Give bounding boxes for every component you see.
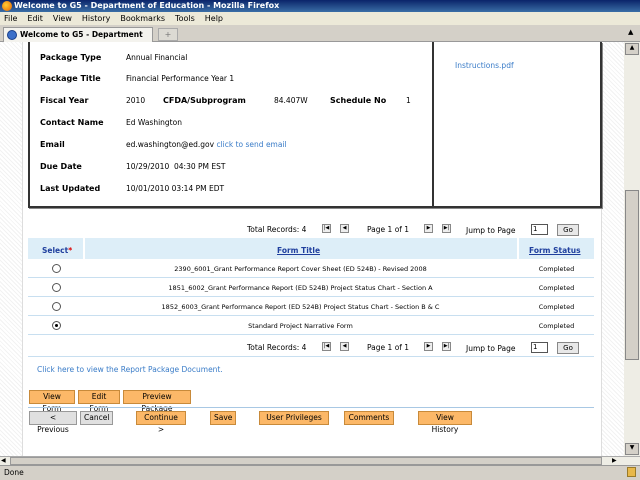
jump-label: Jump to Page — [466, 226, 516, 235]
edit-form-button[interactable]: Edit Form — [78, 390, 120, 413]
instructions-link[interactable]: Instructions.pdf — [455, 61, 514, 70]
total-records: Total Records: 4 — [247, 225, 307, 234]
go-button[interactable]: Go — [557, 224, 579, 236]
window-title: Welcome to G5 - Department of Education … — [0, 0, 640, 12]
prev-page-icon[interactable]: ◀ — [340, 342, 349, 351]
lock-icon — [627, 467, 636, 477]
menu-tools[interactable]: Tools — [175, 14, 195, 23]
email-address: ed.washington@ed.gov — [126, 140, 215, 149]
button-divider — [28, 407, 594, 408]
cfda-value: 84.407W — [274, 96, 308, 105]
firefox-icon — [2, 1, 12, 11]
report-package-link[interactable]: Click here to view the Report Package Do… — [37, 365, 223, 374]
hscroll-thumb[interactable] — [10, 457, 602, 465]
form-status-cell: Completed — [538, 322, 575, 330]
scroll-up-icon[interactable]: ▲ — [625, 43, 639, 55]
package-title-label: Package Title — [40, 74, 101, 83]
globe-icon — [7, 30, 17, 40]
table-row: 2390_6001_Grant Performance Report Cover… — [28, 259, 594, 278]
tab-welcome[interactable]: Welcome to G5 - Department of Edu... — [3, 27, 153, 52]
first-page-icon[interactable]: |◀ — [322, 342, 331, 351]
page-indicator-bottom: Page 1 of 1 — [367, 343, 410, 352]
form-status-header[interactable]: Form Status — [529, 246, 581, 255]
form-status-cell: Completed — [538, 284, 575, 292]
form-status-cell: Completed — [538, 303, 575, 311]
tab-bar: Welcome to G5 - Department of Edu... + — [0, 25, 640, 52]
table-row: 1851_6002_Grant Performance Report (ED 5… — [28, 278, 594, 297]
table-row: Standard Project Narrative Form Complete… — [28, 316, 594, 335]
contact-label: Contact Name — [40, 118, 104, 127]
user-privileges-button[interactable]: User Privileges — [259, 411, 329, 425]
due-date-label: Due Date — [40, 162, 82, 171]
next-page-icon[interactable]: ▶ — [424, 342, 433, 351]
menu-bookmarks[interactable]: Bookmarks — [120, 14, 165, 23]
horizontal-scrollbar[interactable]: ◀ ▶ — [0, 456, 640, 465]
next-page-icon[interactable]: ▶ — [424, 224, 433, 233]
last-page-icon[interactable]: ▶| — [442, 224, 451, 233]
row-radio[interactable] — [52, 321, 61, 330]
scroll-down-icon[interactable]: ▼ — [625, 443, 639, 455]
previous-button[interactable]: < Previous — [29, 411, 77, 434]
prev-page-icon[interactable]: ◀ — [340, 224, 349, 233]
package-type-value: Annual Financial — [126, 53, 188, 62]
email-value: ed.washington@ed.gov click to send email — [126, 140, 287, 149]
contact-value: Ed Washington — [126, 118, 182, 127]
page-indicator: Page 1 of 1 — [367, 225, 410, 234]
last-updated-label: Last Updated — [40, 184, 101, 193]
row-radio[interactable] — [52, 264, 61, 273]
package-title-value: Financial Performance Year 1 — [126, 74, 235, 83]
table-header: Select* Form Title Form Status — [28, 238, 594, 259]
form-title-cell: Standard Project Narrative Form — [248, 322, 353, 330]
last-page-icon[interactable]: ▶| — [442, 342, 451, 351]
email-label: Email — [40, 140, 65, 149]
schedule-label: Schedule No — [330, 96, 387, 105]
row-radio[interactable] — [52, 283, 61, 292]
preview-package-button[interactable]: Preview Package — [123, 390, 191, 413]
total-records-bottom: Total Records: 4 — [247, 343, 307, 352]
form-title-header[interactable]: Form Title — [277, 246, 320, 255]
cancel-button[interactable]: Cancel — [80, 411, 113, 425]
due-date-value: 10/29/2010 04:30 PM EST — [126, 162, 226, 171]
tab-list-icon[interactable]: ▲ — [628, 28, 636, 36]
table-row: 1852_6003_Grant Performance Report (ED 5… — [28, 297, 594, 316]
go-button-bottom[interactable]: Go — [557, 342, 579, 354]
select-header: Select* — [42, 246, 73, 255]
scroll-right-icon[interactable]: ▶ — [612, 457, 620, 465]
fiscal-year-value: 2010 — [126, 96, 146, 105]
schedule-value: 1 — [406, 96, 411, 105]
save-button[interactable]: Save — [210, 411, 236, 425]
menu-bar: File Edit View History Bookmarks Tools Help — [0, 12, 640, 25]
form-status-cell: Completed — [538, 265, 575, 273]
menu-history[interactable]: History — [82, 14, 110, 23]
view-history-button[interactable]: View History — [418, 411, 472, 434]
row-radio[interactable] — [52, 302, 61, 311]
new-tab-button[interactable]: + — [158, 28, 178, 41]
jump-page-input-bottom[interactable]: 1 — [531, 342, 548, 353]
comments-button[interactable]: Comments — [344, 411, 394, 425]
menu-edit[interactable]: Edit — [27, 14, 43, 23]
fiscal-year-label: Fiscal Year — [40, 96, 89, 105]
view-form-button[interactable]: View Form — [29, 390, 75, 413]
status-bar: Done — [0, 465, 640, 480]
scroll-left-icon[interactable]: ◀ — [1, 457, 9, 465]
last-updated-value: 10/01/2010 03:14 PM EDT — [126, 184, 225, 193]
send-email-link[interactable]: click to send email — [216, 140, 286, 149]
package-type-label: Package Type — [40, 53, 102, 62]
package-details-box — [28, 42, 602, 208]
form-title-cell: 2390_6001_Grant Performance Report Cover… — [174, 265, 427, 273]
scrollbar-thumb[interactable] — [625, 190, 639, 360]
continue-button[interactable]: Continue > — [136, 411, 186, 434]
jump-page-input[interactable]: 1 — [531, 224, 548, 235]
cfda-label: CFDA/Subprogram — [163, 96, 246, 105]
details-divider — [432, 42, 434, 206]
form-title-cell: 1852_6003_Grant Performance Report (ED 5… — [161, 303, 440, 311]
first-page-icon[interactable]: |◀ — [322, 224, 331, 233]
menu-help[interactable]: Help — [205, 14, 223, 23]
form-title-cell: 1851_6002_Grant Performance Report (ED 5… — [168, 284, 433, 292]
menu-view[interactable]: View — [53, 14, 72, 23]
jump-label-bottom: Jump to Page — [466, 344, 516, 353]
menu-file[interactable]: File — [4, 14, 17, 23]
